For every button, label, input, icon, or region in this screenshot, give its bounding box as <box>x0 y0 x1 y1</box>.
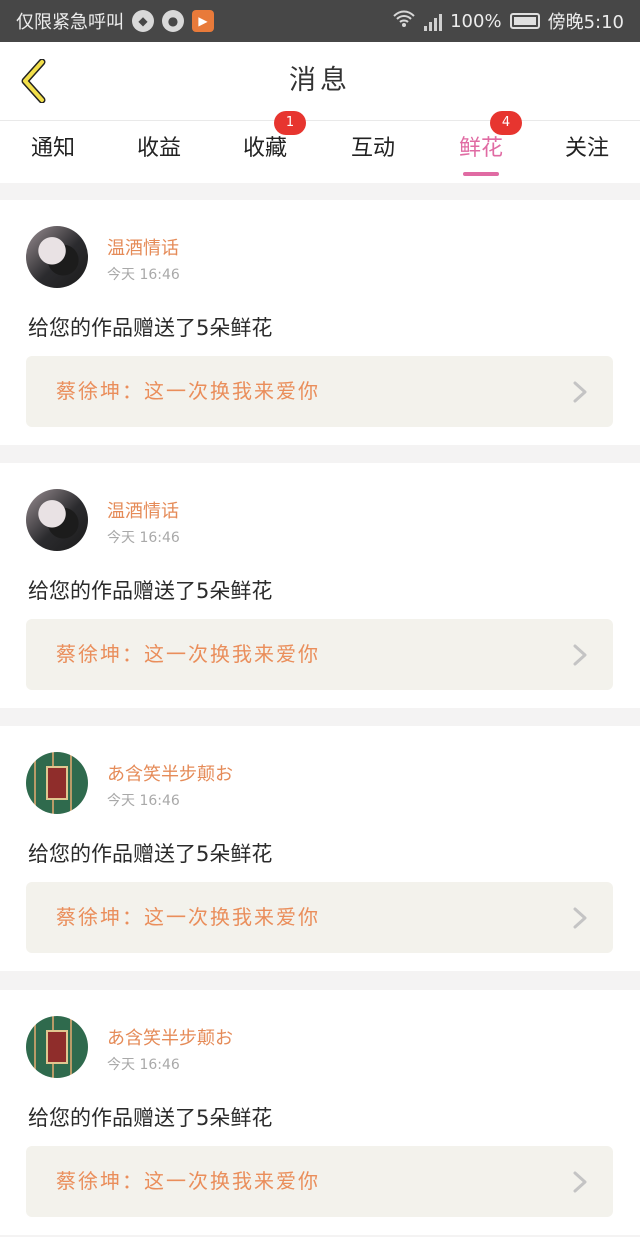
status-bar-right: 100% 傍晚5:10 <box>392 8 624 34</box>
video-app-icon: ▶ <box>192 10 214 32</box>
avatar[interactable] <box>26 752 88 814</box>
page-title: 消息 <box>289 65 351 96</box>
work-title: 蔡徐坤：这一次换我来爱你 <box>56 1169 320 1193</box>
tab-label: 收益 <box>136 136 181 161</box>
username[interactable]: あ含笑半步颠お <box>107 760 233 786</box>
message-card: あ含笑半步颠お 今天 16:46 给您的作品赠送了5朵鲜花 蔡徐坤：这一次换我来… <box>0 726 640 971</box>
tab-label: 鲜花 <box>458 136 503 161</box>
chevron-right-icon <box>573 644 587 666</box>
tab-earnings[interactable]: 收益 <box>106 121 212 183</box>
tab-label: 通知 <box>30 136 75 161</box>
work-link[interactable]: 蔡徐坤：这一次换我来爱你 <box>26 1146 613 1217</box>
tab-interactions[interactable]: 互动 <box>320 121 426 183</box>
wifi-icon <box>392 10 416 33</box>
username[interactable]: あ含笑半步颠お <box>107 1024 233 1050</box>
message-text: 给您的作品赠送了5朵鲜花 <box>28 316 273 340</box>
work-title: 蔡徐坤：这一次换我来爱你 <box>56 379 320 403</box>
timestamp: 今天 16:46 <box>107 530 180 546</box>
unread-badge: 1 <box>274 111 306 135</box>
work-link[interactable]: 蔡徐坤：这一次换我来爱你 <box>26 882 613 953</box>
battery-icon <box>509 13 540 29</box>
wechat-icon: ● <box>162 10 184 32</box>
tab-favorites[interactable]: 收藏 1 <box>212 111 318 183</box>
tab-label: 关注 <box>564 136 609 161</box>
message-text: 给您的作品赠送了5朵鲜花 <box>28 1106 273 1130</box>
work-title: 蔡徐坤：这一次换我来爱你 <box>56 642 320 666</box>
active-tab-indicator <box>463 172 499 176</box>
message-card: 温酒情话 今天 16:46 给您的作品赠送了5朵鲜花 蔡徐坤：这一次换我来爱你 <box>0 463 640 708</box>
tab-following[interactable]: 关注 <box>534 121 640 183</box>
chevron-right-icon <box>573 381 587 403</box>
carrier-text: 仅限紧急呼叫 <box>16 12 124 33</box>
username[interactable]: 温酒情话 <box>107 497 179 523</box>
status-bar: 仅限紧急呼叫 ◆ ● ▶ 100% 傍晚5:10 <box>0 0 640 42</box>
tab-label: 收藏 <box>242 136 287 161</box>
message-text: 给您的作品赠送了5朵鲜花 <box>28 579 273 603</box>
status-bar-left: 仅限紧急呼叫 ◆ ● ▶ <box>16 8 214 34</box>
tab-bar: 通知 收益 收藏 1 互动 鲜花 4 关注 <box>0 111 640 183</box>
notification-icon: ◆ <box>132 10 154 32</box>
tab-notifications[interactable]: 通知 <box>0 121 106 183</box>
battery-text: 100% <box>450 10 502 32</box>
tab-label: 互动 <box>350 136 395 161</box>
page-header: 消息 <box>0 42 640 121</box>
avatar[interactable] <box>26 1016 88 1078</box>
unread-badge: 4 <box>490 111 522 135</box>
username[interactable]: 温酒情话 <box>107 234 179 260</box>
tab-flowers[interactable]: 鲜花 4 <box>428 111 534 183</box>
chevron-right-icon <box>573 907 587 929</box>
work-link[interactable]: 蔡徐坤：这一次换我来爱你 <box>26 356 613 427</box>
work-link[interactable]: 蔡徐坤：这一次换我来爱你 <box>26 619 613 690</box>
avatar[interactable] <box>26 226 88 288</box>
timestamp: 今天 16:46 <box>107 793 180 809</box>
clock-text: 傍晚5:10 <box>547 12 624 33</box>
chevron-right-icon <box>573 1171 587 1193</box>
message-card: 温酒情话 今天 16:46 给您的作品赠送了5朵鲜花 蔡徐坤：这一次换我来爱你 <box>0 200 640 445</box>
timestamp: 今天 16:46 <box>107 267 180 283</box>
work-title: 蔡徐坤：这一次换我来爱你 <box>56 905 320 929</box>
message-text: 给您的作品赠送了5朵鲜花 <box>28 842 273 866</box>
signal-icon <box>424 11 443 31</box>
avatar[interactable] <box>26 489 88 551</box>
message-card: あ含笑半步颠お 今天 16:46 给您的作品赠送了5朵鲜花 蔡徐坤：这一次换我来… <box>0 990 640 1235</box>
timestamp: 今天 16:46 <box>107 1057 180 1073</box>
